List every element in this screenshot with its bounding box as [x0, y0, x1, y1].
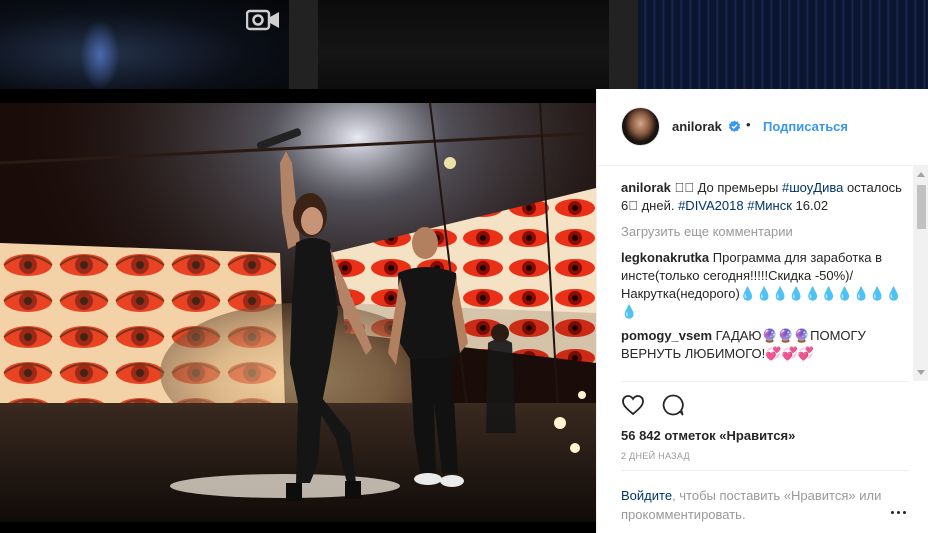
scrollbar-thumb[interactable] — [917, 185, 926, 229]
post-caption: anilorak ⃣⃣ До премьеры #шоуДива осталос… — [621, 179, 913, 215]
thumbnail-post-2[interactable] — [318, 0, 609, 89]
scroll-up-arrow-icon[interactable] — [917, 172, 925, 177]
avatar[interactable] — [621, 107, 660, 146]
login-link[interactable]: Войдите — [621, 488, 672, 503]
stage-light — [80, 20, 120, 89]
background-thumbnail-row — [0, 0, 928, 89]
hashtag-minsk[interactable]: #Минск — [747, 198, 792, 213]
heart-icon[interactable] — [621, 393, 645, 417]
comment-username[interactable]: legkonakrutka — [621, 250, 709, 265]
follow-button[interactable]: Подписаться — [763, 119, 848, 134]
verified-badge-icon — [728, 120, 741, 132]
likes-count[interactable]: 56 842 отметок «Нравится» — [621, 428, 795, 443]
post-details-panel: anilorak • Подписаться anilorak ⃣⃣ До пр… — [596, 89, 928, 533]
stage-performance-image — [0, 103, 596, 533]
caption-text-1: ⃣⃣ До премьеры — [693, 180, 783, 195]
comments-scrollbar[interactable] — [913, 166, 928, 381]
more-options-icon[interactable] — [889, 508, 909, 518]
video-camera-icon — [246, 9, 279, 31]
load-more-comments-button[interactable]: Загрузить еще комментарии — [621, 223, 913, 241]
thumbnail-post-3[interactable] — [638, 0, 928, 89]
post-modal: anilorak • Подписаться anilorak ⃣⃣ До пр… — [0, 89, 928, 533]
comment-item: legkonakrutka Программа для заработка в … — [621, 249, 913, 321]
scroll-down-arrow-icon[interactable] — [917, 370, 925, 375]
post-header: anilorak • Подписаться — [597, 89, 928, 166]
comment-username[interactable]: pomogy_vsem — [621, 328, 712, 343]
login-prompt: Войдите, чтобы поставить «Нравится» или … — [621, 486, 891, 524]
comment-item: pomogy_vsem ГАДАЮ🔮🔮🔮ПОМОГУ ВЕРНУТЬ ЛЮБИМ… — [621, 327, 913, 363]
header-separator: • — [746, 117, 751, 132]
post-photo[interactable] — [0, 103, 596, 533]
speech-bubble-icon[interactable] — [661, 393, 685, 417]
hashtag-diva2018[interactable]: #DIVA2018 — [678, 198, 744, 213]
post-timestamp: 2 ДНЕЙ НАЗАД — [621, 451, 690, 461]
username-link[interactable]: anilorak — [672, 119, 722, 134]
hashtag-shoudiva[interactable]: #шоуДива — [782, 180, 843, 195]
caption-text-4: 16.02 — [791, 198, 829, 213]
caption-username[interactable]: anilorak — [621, 180, 671, 195]
comments-list: anilorak ⃣⃣ До премьеры #шоуДива осталос… — [621, 179, 913, 379]
